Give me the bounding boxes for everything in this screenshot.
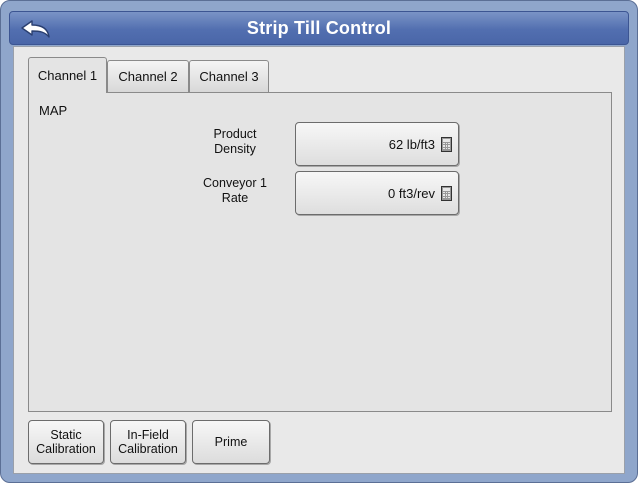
- tab-channel-2[interactable]: Channel 2: [107, 60, 189, 92]
- window-title: Strip Till Control: [246, 18, 392, 38]
- conveyor-rate-value: 0 ft3/rev: [388, 185, 435, 201]
- section-label-map: MAP: [39, 103, 68, 118]
- calculator-icon: [441, 136, 452, 152]
- channel-tabs: Channel 1 Channel 2 Channel 3: [28, 57, 269, 93]
- in-field-calibration-button[interactable]: In-Field Calibration: [110, 420, 186, 464]
- app-frame: Strip Till Control Channel 1 Channel 2 C…: [0, 0, 638, 483]
- in-field-calibration-line1: In-Field: [127, 428, 169, 442]
- tab-panel: MAP Product Density 62 lb/ft3 Conveyor 1…: [28, 92, 612, 412]
- conveyor-rate-label-line2: Rate: [221, 191, 249, 205]
- product-density-value: 62 lb/ft3: [388, 136, 435, 152]
- prime-button[interactable]: Prime: [192, 420, 270, 464]
- product-density-label-line2: Density: [214, 142, 256, 156]
- conveyor-rate-button[interactable]: 0 ft3/rev: [295, 171, 459, 215]
- content-area: Channel 1 Channel 2 Channel 3 MAP Produc…: [13, 46, 625, 474]
- conveyor-rate-label: Conveyor 1 Rate: [180, 176, 290, 206]
- tab-channel-3[interactable]: Channel 3: [189, 60, 269, 92]
- tab-channel-1[interactable]: Channel 1: [28, 57, 107, 93]
- static-calibration-button[interactable]: Static Calibration: [28, 420, 104, 464]
- product-density-label: Product Density: [180, 127, 290, 157]
- title-bar: Strip Till Control: [9, 11, 629, 45]
- product-density-button[interactable]: 62 lb/ft3: [295, 122, 459, 166]
- static-calibration-line2: Calibration: [36, 442, 96, 456]
- product-density-label-line1: Product: [213, 127, 257, 141]
- in-field-calibration-line2: Calibration: [118, 442, 178, 456]
- prime-label: Prime: [214, 435, 248, 449]
- calculator-icon: [441, 185, 452, 201]
- static-calibration-line1: Static: [50, 428, 82, 442]
- conveyor-rate-label-line1: Conveyor 1: [203, 176, 267, 190]
